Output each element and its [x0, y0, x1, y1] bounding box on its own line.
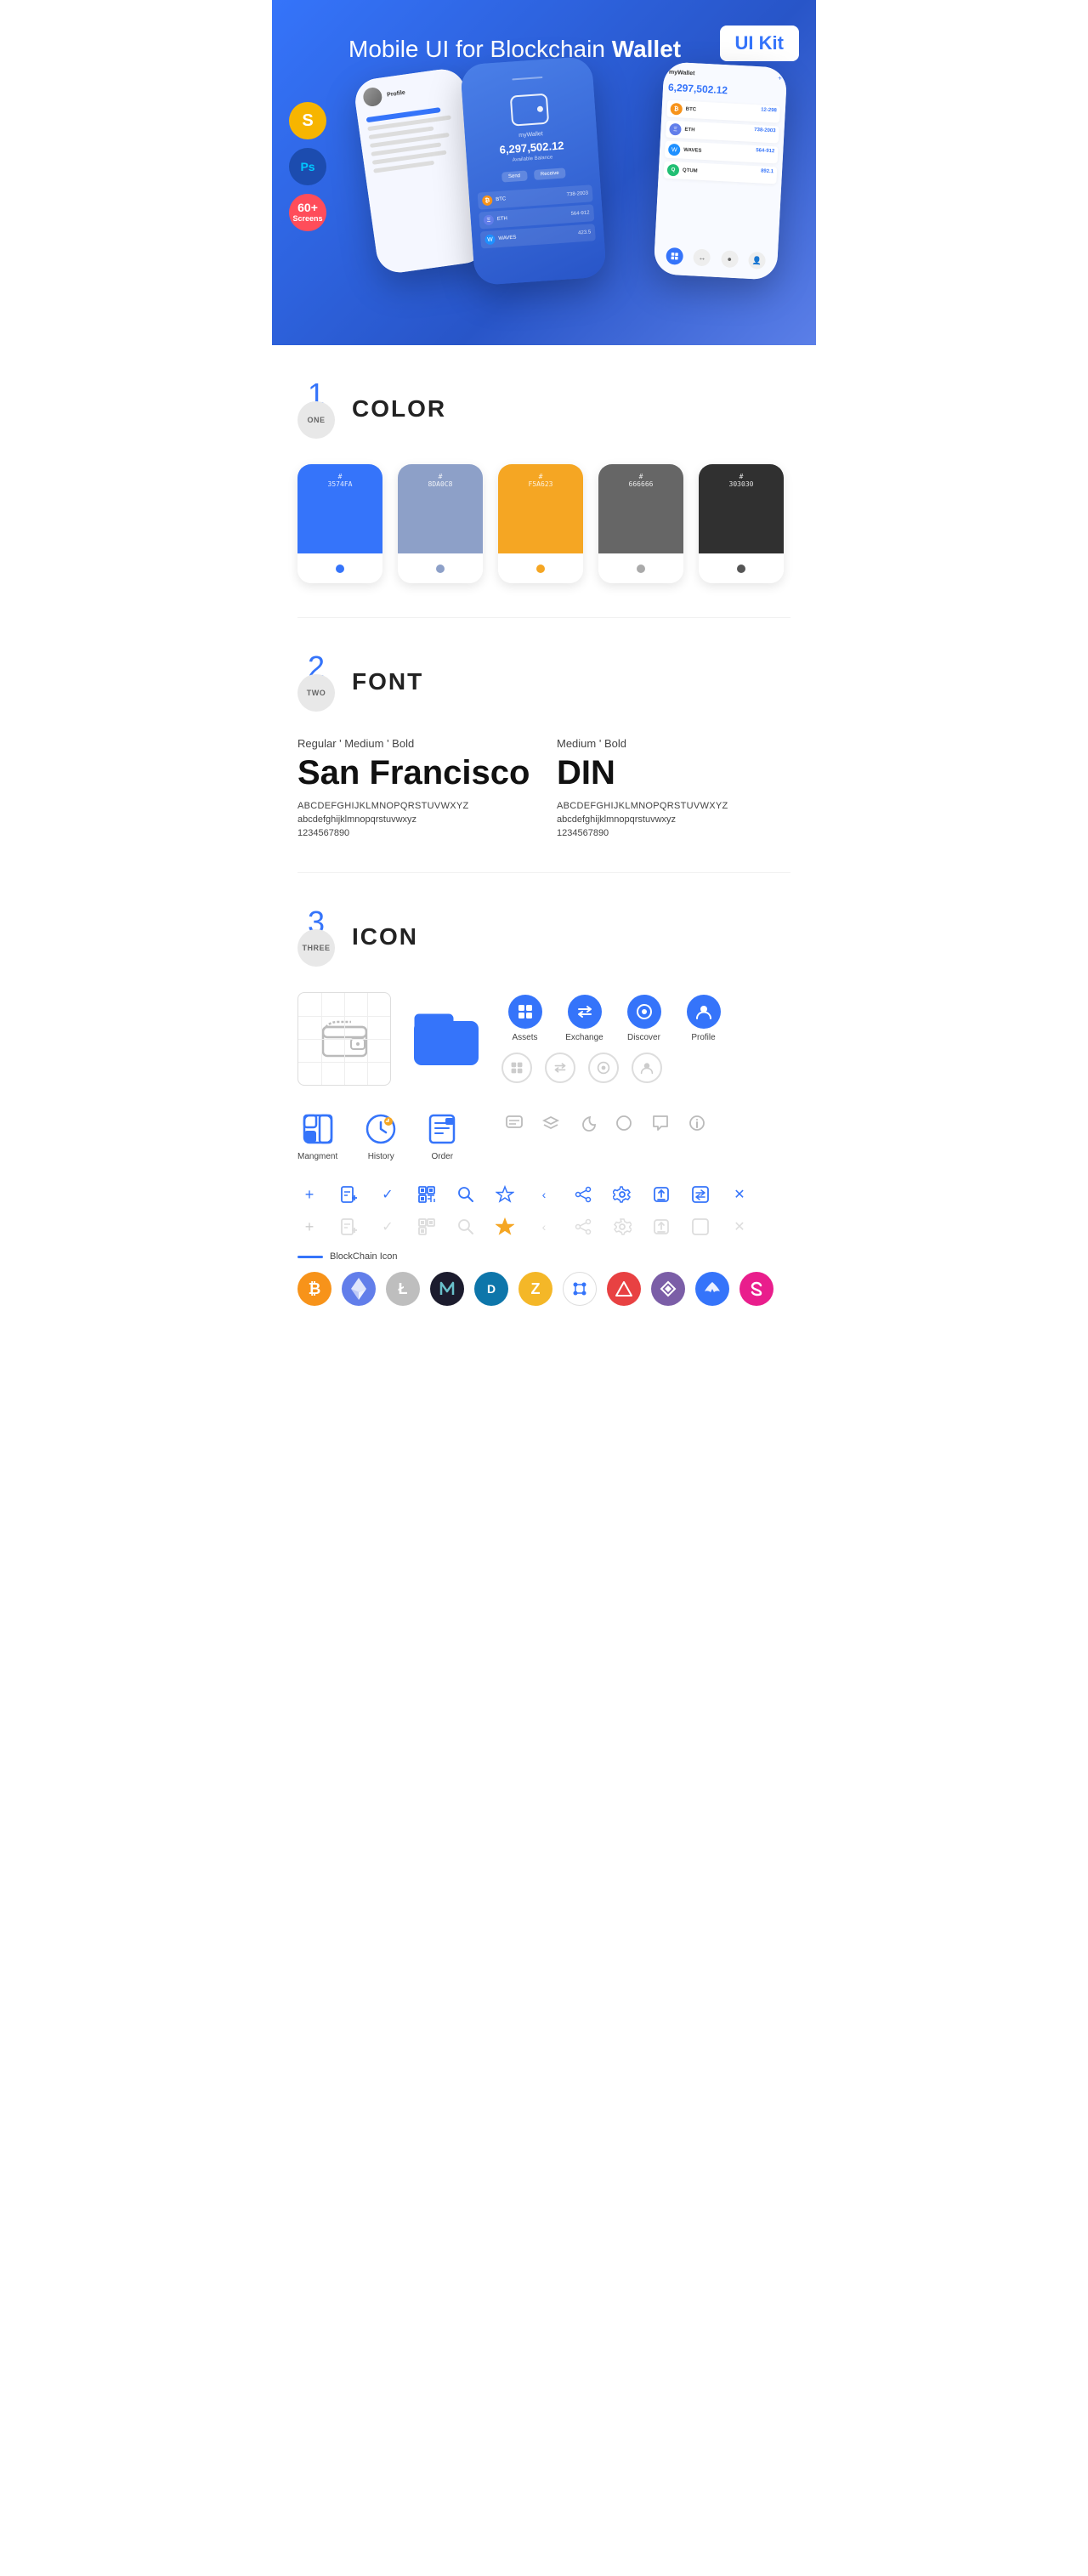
- share-icon: [571, 1183, 595, 1206]
- swap-icon: [688, 1183, 712, 1206]
- color-section-header: 1 ONE COLOR: [298, 379, 790, 439]
- crypto-neo: [430, 1272, 464, 1306]
- section1-number: 1 ONE: [298, 379, 335, 439]
- phone-center: myWallet 6,297,502.12 Available Balance …: [460, 56, 607, 286]
- section3-number: 3 THREE: [298, 907, 335, 967]
- nav-icon-assets: Assets: [502, 995, 548, 1042]
- swatch-orange: #F5A623: [498, 464, 583, 583]
- crypto-zcash: Z: [518, 1272, 552, 1306]
- document-add-icon-gray: [337, 1215, 360, 1239]
- settings-icon-gray: [610, 1215, 634, 1239]
- misc-icon-group: [502, 1111, 709, 1135]
- nav-icon-exchange: Exchange: [561, 995, 608, 1042]
- phone-right: myWallet + 6,297,502.12 ₿ BTC 12-298 Ξ: [654, 62, 788, 281]
- nav-icon-exchange-gray: [545, 1053, 575, 1083]
- nav-icon-profile: Profile: [680, 995, 727, 1042]
- font-din: Medium ' Bold DIN ABCDEFGHIJKLMNOPQRSTUV…: [557, 737, 790, 838]
- swap-icon-gray: [688, 1215, 712, 1239]
- icon-order: Order: [424, 1111, 460, 1161]
- font-sf: Regular ' Medium ' Bold San Francisco AB…: [298, 737, 531, 838]
- hero-section: Mobile UI for Blockchain Wallet UI Kit S…: [272, 0, 816, 345]
- swatch-blue: #3574FA: [298, 464, 382, 583]
- chat-icon: [502, 1111, 526, 1135]
- section2-number: 2 TWO: [298, 652, 335, 712]
- moon-icon: [575, 1111, 599, 1135]
- nav-icons-gray: [502, 1053, 727, 1083]
- crypto-dash: D: [474, 1272, 508, 1306]
- crypto-avax: [607, 1272, 641, 1306]
- search-icon-gray: [454, 1215, 478, 1239]
- circle-icon: [612, 1111, 636, 1135]
- swatch-gray: #666666: [598, 464, 683, 583]
- blockchain-label-row: BlockChain Icon: [298, 1251, 790, 1262]
- icon-section-header: 3 THREE ICON: [298, 907, 790, 967]
- font-title: FONT: [352, 668, 423, 695]
- crypto-streamr: [740, 1272, 774, 1306]
- crypto-ethereum: [342, 1272, 376, 1306]
- check-icon-gray: ✓: [376, 1215, 400, 1239]
- crypto-bat: [695, 1272, 729, 1306]
- crypto-bitcoin: ₿: [298, 1272, 332, 1306]
- font-grid: Regular ' Medium ' Bold San Francisco AB…: [298, 737, 790, 838]
- font-section: 2 TWO FONT Regular ' Medium ' Bold San F…: [272, 618, 816, 872]
- crypto-icons-row: ₿ Ł D Z: [298, 1272, 790, 1306]
- nav-icon-discover: Discover: [620, 995, 667, 1042]
- nav-icons-top: Assets Exchange: [502, 995, 727, 1042]
- speech-icon: [649, 1111, 672, 1135]
- nav-icon-discover-gray: [588, 1053, 619, 1083]
- qr-icon: [415, 1183, 439, 1206]
- utility-icons-section: + ✓: [298, 1183, 790, 1306]
- nav-icon-group: Assets Exchange: [502, 995, 727, 1083]
- utility-icons-gray: + ✓: [298, 1215, 790, 1239]
- share-icon-gray: [571, 1215, 595, 1239]
- chevron-left-icon: ‹: [532, 1183, 556, 1206]
- layers-icon: [539, 1111, 563, 1135]
- nav-icon-profile-gray: [632, 1053, 662, 1083]
- export-icon-gray: [649, 1215, 673, 1239]
- swatch-dark: #303030: [699, 464, 784, 583]
- color-section: 1 ONE COLOR #3574FA #8DA0C8 #F5A623 #666…: [272, 345, 816, 617]
- document-add-icon: [337, 1183, 360, 1206]
- close-icon: ✕: [728, 1183, 751, 1206]
- search-icon: [454, 1183, 478, 1206]
- blockchain-line: [298, 1256, 323, 1258]
- plus-icon-gray: +: [298, 1215, 321, 1239]
- color-swatches: #3574FA #8DA0C8 #F5A623 #666666 #303030: [298, 464, 790, 583]
- font-section-header: 2 TWO FONT: [298, 652, 790, 712]
- nav-icon-assets-gray: [502, 1053, 532, 1083]
- star-icon: [493, 1183, 517, 1206]
- crypto-litecoin: Ł: [386, 1272, 420, 1306]
- icon-mangment: Mangment: [298, 1111, 337, 1161]
- chevron-left-icon-gray: ‹: [532, 1215, 556, 1239]
- icon-section: 3 THREE ICON: [272, 873, 816, 1347]
- qr-icon-gray: [415, 1215, 439, 1239]
- wallet-icon-blue: [408, 1001, 484, 1077]
- check-icon: ✓: [376, 1183, 400, 1206]
- settings-icon: [610, 1183, 634, 1206]
- utility-icons-blue: + ✓: [298, 1183, 790, 1206]
- star-icon-orange: [493, 1215, 517, 1239]
- plus-icon: +: [298, 1183, 321, 1206]
- icon-construction-row: Assets Exchange: [298, 992, 790, 1086]
- crypto-iota: [563, 1272, 597, 1306]
- close-icon-gray: ✕: [728, 1215, 751, 1239]
- swatch-gray-blue: #8DA0C8: [398, 464, 483, 583]
- export-icon: [649, 1183, 673, 1206]
- crypto-kyber: [651, 1272, 685, 1306]
- bottom-icons-row: Mangment History Order: [298, 1111, 790, 1161]
- icon-title: ICON: [352, 923, 418, 950]
- phones-display: Profile myWallet: [298, 56, 790, 294]
- info-icon: [685, 1111, 709, 1135]
- icon-guide-box: [298, 992, 391, 1086]
- icon-history: History: [363, 1111, 399, 1161]
- color-title: COLOR: [352, 395, 446, 423]
